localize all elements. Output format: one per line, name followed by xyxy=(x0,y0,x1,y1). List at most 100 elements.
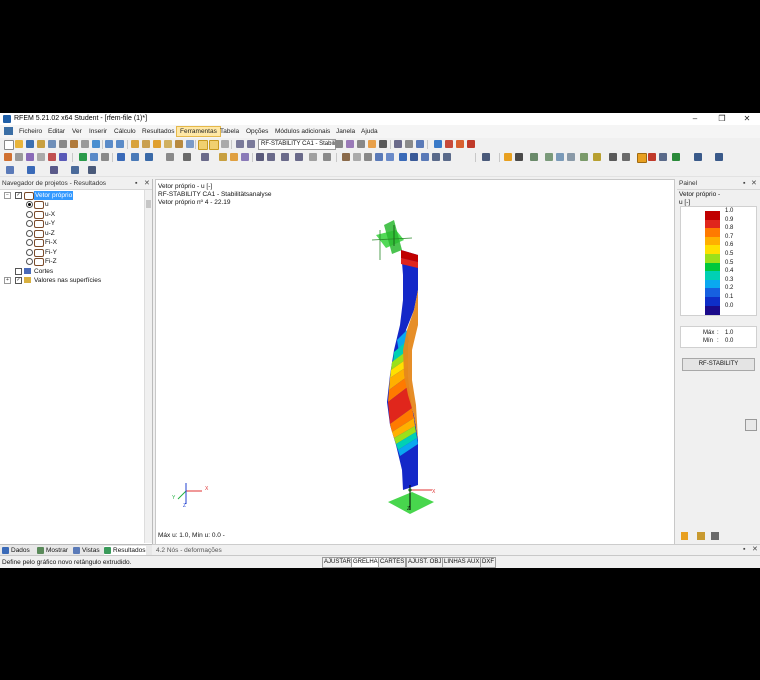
menu-editar[interactable]: Editar xyxy=(45,127,68,136)
edit-icon[interactable] xyxy=(131,140,139,148)
tree-item-u-y[interactable]: u-Y xyxy=(2,219,142,228)
move-icon[interactable] xyxy=(117,153,125,161)
radio-u-z[interactable] xyxy=(26,229,33,237)
tab-dados[interactable]: Dados xyxy=(2,546,30,555)
tree-item-fi-z[interactable]: Fi-Z xyxy=(2,257,142,266)
document-menu-icon[interactable] xyxy=(4,127,13,135)
restore-button[interactable]: ❐ xyxy=(715,114,729,124)
radio-u[interactable] xyxy=(26,201,33,208)
panel-pin-icon[interactable]: ▪ xyxy=(743,179,745,189)
line-icon[interactable] xyxy=(15,153,23,161)
surface-icon[interactable] xyxy=(37,153,45,161)
results-toggle-icon[interactable] xyxy=(198,140,208,150)
menu-inserir[interactable]: Inserir xyxy=(86,127,110,136)
info-icon[interactable] xyxy=(88,166,96,174)
root-checkbox[interactable]: ✓ xyxy=(15,192,22,199)
menu-ferramentas[interactable]: Ferramentas xyxy=(176,126,221,137)
dimension-icon[interactable] xyxy=(515,153,523,161)
surfaces-checkbox[interactable]: ✓ xyxy=(15,277,22,284)
user-icon[interactable] xyxy=(27,166,35,174)
table-icon[interactable] xyxy=(394,140,402,148)
osnap-icon[interactable] xyxy=(432,153,440,161)
color-scale-icon[interactable] xyxy=(637,153,647,163)
print-icon[interactable] xyxy=(48,140,56,148)
check-icon[interactable] xyxy=(672,153,680,161)
menu-janela[interactable]: Janela xyxy=(333,127,358,136)
filter-icon[interactable] xyxy=(405,140,413,148)
zoom-scale-icon[interactable] xyxy=(745,419,757,431)
solid-model-icon[interactable] xyxy=(353,153,361,161)
transparent-icon[interactable] xyxy=(364,153,372,161)
view-x-icon[interactable] xyxy=(267,153,275,161)
toggle-linhas-aux[interactable]: LINHAS AUX. xyxy=(442,557,484,568)
panel-settings-icon[interactable] xyxy=(697,532,705,540)
graph-icon[interactable] xyxy=(346,140,354,148)
opening-icon[interactable] xyxy=(59,153,67,161)
annotation-icon[interactable] xyxy=(593,153,601,161)
render-icon[interactable] xyxy=(153,140,161,148)
guide-icon[interactable] xyxy=(530,153,538,161)
tree-item-u-z[interactable]: u-Z xyxy=(2,229,142,238)
import-icon[interactable] xyxy=(715,153,723,161)
toggle-ajust-obj[interactable]: AJUST. OBJ xyxy=(406,557,444,568)
radio-fi-y[interactable] xyxy=(26,248,33,256)
tree-item-u[interactable]: u xyxy=(2,200,142,209)
zoom-window-icon[interactable] xyxy=(323,153,331,161)
connect-icon[interactable] xyxy=(219,153,227,161)
calculation-icon[interactable] xyxy=(221,140,229,148)
print-view-icon[interactable] xyxy=(609,153,617,161)
table-view-icon[interactable] xyxy=(622,153,630,161)
expand-icon[interactable]: + xyxy=(4,277,11,284)
diagram-icon[interactable] xyxy=(416,140,424,148)
highlight-icon[interactable] xyxy=(504,153,512,161)
view-icon[interactable] xyxy=(164,140,172,148)
release-icon[interactable] xyxy=(101,153,109,161)
table-pin-icon[interactable]: ▪ xyxy=(743,545,745,555)
cloud-icon[interactable] xyxy=(6,166,14,174)
render-options-icon[interactable] xyxy=(386,153,394,161)
cut-icon[interactable] xyxy=(556,153,564,161)
node-icon[interactable] xyxy=(4,153,12,161)
tree-item-fi-y[interactable]: Fi-Y xyxy=(2,248,142,257)
toggle-dxf[interactable]: DXF xyxy=(480,557,496,568)
measure-icon[interactable] xyxy=(175,140,183,148)
section-icon[interactable] xyxy=(357,140,365,148)
paste-icon[interactable] xyxy=(92,140,100,148)
cortes-checkbox[interactable] xyxy=(15,267,22,275)
rotate-icon[interactable] xyxy=(145,153,153,161)
tree-item-cortes[interactable]: Cortes xyxy=(2,267,142,276)
save-all-icon[interactable] xyxy=(37,140,45,148)
clip-icon[interactable] xyxy=(567,153,575,161)
close-navigator-button[interactable]: ✕ xyxy=(144,179,150,189)
extrude-icon[interactable] xyxy=(230,153,238,161)
pin-icon[interactable]: ▪ xyxy=(135,179,137,189)
print-graphic-icon[interactable] xyxy=(59,140,67,148)
next-case-icon[interactable] xyxy=(247,140,255,148)
menu-opcoes[interactable]: Opções xyxy=(243,127,271,136)
radio-u-y[interactable] xyxy=(26,220,33,227)
model-icon[interactable] xyxy=(50,166,58,174)
tab-mostrar[interactable]: Mostrar xyxy=(37,546,68,555)
perspective-icon[interactable] xyxy=(375,153,383,161)
window-icon[interactable] xyxy=(186,140,194,148)
scale-icon[interactable] xyxy=(183,153,191,161)
tree-item-u-x[interactable]: u-X xyxy=(2,210,142,219)
menu-resultados[interactable]: Resultados xyxy=(139,127,178,136)
panel-colors-icon[interactable] xyxy=(681,532,688,540)
ortho-icon[interactable] xyxy=(421,153,429,161)
close-table-icon[interactable]: ✕ xyxy=(752,545,758,555)
panel-edit-icon[interactable] xyxy=(711,532,719,540)
project-icon[interactable] xyxy=(241,153,249,161)
new-file-icon[interactable] xyxy=(4,140,14,150)
collapse-icon[interactable]: − xyxy=(4,192,11,199)
snap-icon[interactable] xyxy=(410,153,418,161)
ucs-icon[interactable] xyxy=(443,153,451,161)
toggle-grelha[interactable]: GRELHA xyxy=(351,557,380,568)
solid-icon[interactable] xyxy=(48,153,56,161)
rf-stability-button[interactable]: RF-STABILITY xyxy=(682,358,755,371)
report-icon[interactable] xyxy=(70,140,78,148)
tree-item-surfaces[interactable]: + ✓ Valores nas superfícies xyxy=(2,276,142,285)
menu-tabela[interactable]: Tabela xyxy=(217,127,242,136)
tree-root-label[interactable]: Vetor próprio xyxy=(34,191,74,200)
load-icon[interactable] xyxy=(456,140,464,148)
